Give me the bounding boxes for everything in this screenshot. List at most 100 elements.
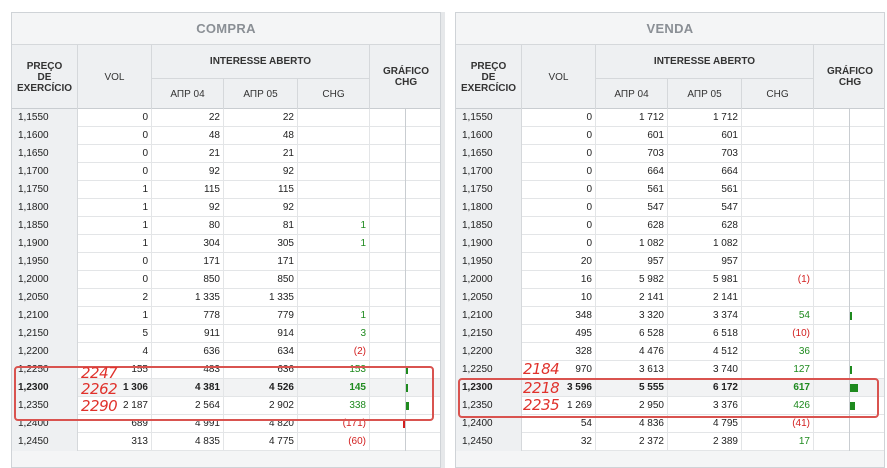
table-row[interactable]: 1,1650 0 21 21 [12, 145, 440, 163]
table-header: PREÇO DE EXERCÍCIO VOL INTERESSE ABERTO АП… [456, 45, 884, 109]
table-row[interactable]: 1,2150 5 911 914 3 [12, 325, 440, 343]
vol-cell: 0 [78, 163, 152, 181]
graph-axis [849, 127, 850, 145]
chg-graph-cell [814, 145, 884, 163]
apr04-cell: 703 [596, 145, 668, 163]
apr05-cell: 547 [668, 199, 742, 217]
table-row[interactable]: 1,2050 2 1 335 1 335 [12, 289, 440, 307]
table-row[interactable]: 1,1600 0 601 601 [456, 127, 884, 145]
chg-graph-cell [370, 199, 440, 217]
graph-axis [405, 271, 406, 289]
apr04-cell: 5 982 [596, 271, 668, 289]
table-row[interactable]: 1,2200 4 636 634 (2) [12, 343, 440, 361]
header-apr05[interactable]: АПР 05 [668, 79, 742, 109]
vol-cell: 1 [78, 235, 152, 253]
strike-cell: 1,2100 [456, 307, 522, 325]
header-preco[interactable]: PREÇO DE EXERCÍCIO [456, 45, 522, 109]
apr05-cell: 5 981 [668, 271, 742, 289]
chg-cell [298, 271, 370, 289]
table-row[interactable]: 1,1950 20 957 957 [456, 253, 884, 271]
strike-cell: 1,2050 [12, 289, 78, 307]
apr04-cell: 4 476 [596, 343, 668, 361]
vol-cell: 328 [522, 343, 596, 361]
table-row[interactable]: 1,2050 10 2 141 2 141 [456, 289, 884, 307]
apr05-cell: 703 [668, 145, 742, 163]
header-apr04[interactable]: АПР 04 [152, 79, 224, 109]
table-row[interactable]: 1,2100 348 3 320 3 374 54 [456, 307, 884, 325]
vol-cell: 1 [78, 307, 152, 325]
table-row[interactable]: 1,2100 1 778 779 1 [12, 307, 440, 325]
table-row[interactable]: 1,1550 0 22 22 [12, 109, 440, 127]
strike-cell: 1,2100 [12, 307, 78, 325]
graph-axis [849, 181, 850, 199]
table-row[interactable]: 1,2200 328 4 476 4 512 36 [456, 343, 884, 361]
table-row[interactable]: 1,1800 0 547 547 [456, 199, 884, 217]
apr04-cell: 304 [152, 235, 224, 253]
header-preco-line2: DE [37, 71, 52, 83]
vol-cell: 5 [78, 325, 152, 343]
header-preco[interactable]: PREÇO DE EXERCÍCIO [12, 45, 78, 109]
table-row[interactable]: 1,1700 0 664 664 [456, 163, 884, 181]
vol-cell: 0 [78, 145, 152, 163]
graph-axis [849, 235, 850, 253]
table-row[interactable]: 1,1850 0 628 628 [456, 217, 884, 235]
apr05-cell: 115 [224, 181, 298, 199]
header-grafico-line2: CHG [394, 77, 418, 88]
table-row[interactable]: 1,2250 970 3 613 3 740 127 [456, 361, 884, 379]
table-row[interactable]: 1,1850 1 80 81 1 [12, 217, 440, 235]
annotation-compra-1: 2247 [81, 364, 118, 382]
vol-cell: 0 [522, 145, 596, 163]
table-row[interactable]: 1,2000 16 5 982 5 981 (1) [456, 271, 884, 289]
chg-cell: 1 [298, 217, 370, 235]
header-apr04[interactable]: АПР 04 [596, 79, 668, 109]
graph-axis [849, 145, 850, 163]
apr04-cell: 778 [152, 307, 224, 325]
apr05-cell: 2 141 [668, 289, 742, 307]
table-row[interactable]: 1,2450 313 4 835 4 775 (60) [12, 433, 440, 451]
table-row[interactable]: 1,2150 495 6 528 6 518 (10) [456, 325, 884, 343]
header-vol[interactable]: VOL [522, 45, 596, 109]
table-row[interactable]: 1,1900 0 1 082 1 082 [456, 235, 884, 253]
chg-graph-cell [370, 307, 440, 325]
table-row[interactable]: 1,1900 1 304 305 1 [12, 235, 440, 253]
graph-axis [405, 307, 406, 325]
chg-cell: (10) [742, 325, 814, 343]
apr05-cell: 628 [668, 217, 742, 235]
chg-graph-cell [370, 343, 440, 361]
apr05-cell: 634 [224, 343, 298, 361]
apr04-cell: 957 [596, 253, 668, 271]
chg-graph-cell [370, 433, 440, 451]
chg-cell: 54 [742, 307, 814, 325]
table-row[interactable]: 1,1750 0 561 561 [456, 181, 884, 199]
table-header: PREÇO DE EXERCÍCIO VOL INTERESSE ABERTO АП… [12, 45, 440, 109]
chg-cell: 1 [298, 235, 370, 253]
header-chg[interactable]: CHG [298, 79, 370, 109]
chg-cell [298, 289, 370, 307]
strike-cell: 1,2000 [456, 271, 522, 289]
strike-cell: 1,1750 [12, 181, 78, 199]
table-row[interactable]: 1,1750 1 115 115 [12, 181, 440, 199]
table-row[interactable]: 1,2450 32 2 372 2 389 17 [456, 433, 884, 451]
table-row[interactable]: 1,1550 0 1 712 1 712 [456, 109, 884, 127]
table-row[interactable]: 1,1600 0 48 48 [12, 127, 440, 145]
strike-cell: 1,2200 [12, 343, 78, 361]
apr04-cell: 115 [152, 181, 224, 199]
apr04-cell: 1 335 [152, 289, 224, 307]
chg-graph-cell [370, 253, 440, 271]
graph-axis [849, 343, 850, 361]
highlight-box-compra [14, 366, 434, 421]
table-row[interactable]: 1,1650 0 703 703 [456, 145, 884, 163]
graph-axis [405, 253, 406, 271]
table-row[interactable]: 1,1950 0 171 171 [12, 253, 440, 271]
table-row[interactable]: 1,1700 0 92 92 [12, 163, 440, 181]
apr04-cell: 2 141 [596, 289, 668, 307]
header-chg[interactable]: CHG [742, 79, 814, 109]
vol-cell: 10 [522, 289, 596, 307]
apr05-cell: 1 712 [668, 109, 742, 127]
table-row[interactable]: 1,2000 0 850 850 [12, 271, 440, 289]
table-row[interactable]: 1,1800 1 92 92 [12, 199, 440, 217]
chg-cell [298, 127, 370, 145]
header-apr05[interactable]: АПР 05 [224, 79, 298, 109]
header-vol[interactable]: VOL [78, 45, 152, 109]
strike-cell: 1,1850 [456, 217, 522, 235]
